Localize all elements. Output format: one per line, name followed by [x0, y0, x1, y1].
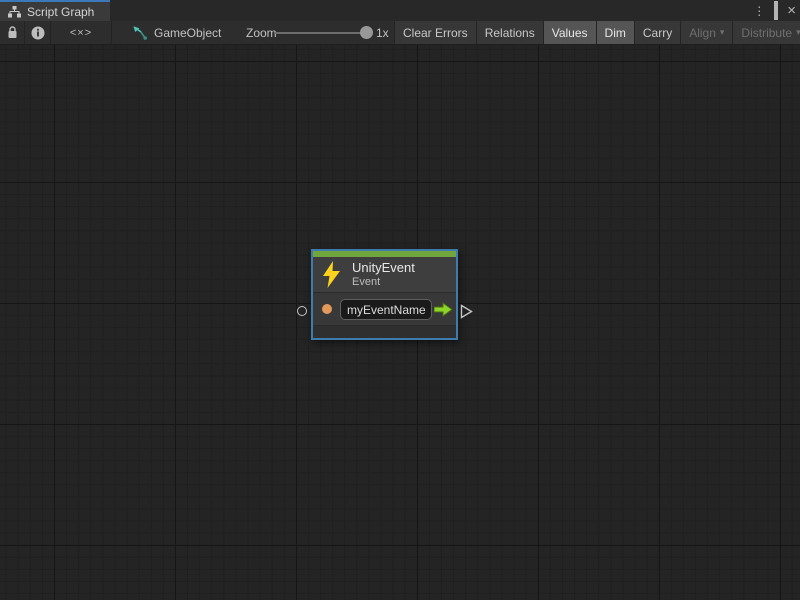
chevron-down-icon: ▾ — [720, 27, 725, 38]
node-title: UnityEvent — [352, 260, 415, 275]
info-button[interactable] — [25, 21, 51, 44]
lightning-bolt-icon — [322, 261, 342, 288]
lock-icon — [7, 26, 18, 39]
tab-script-graph[interactable]: Script Graph — [0, 0, 110, 21]
graph-canvas[interactable]: UnityEvent Event — [0, 45, 800, 600]
graph-owner-reference[interactable]: GameObject — [133, 21, 221, 44]
clear-errors-button[interactable]: Clear Errors — [395, 21, 477, 44]
lock-button[interactable] — [0, 21, 25, 44]
close-icon[interactable]: × — [787, 3, 796, 18]
chevron-down-icon: ▾ — [796, 27, 800, 38]
toolbar: <×> GameObject Zoom 1x Clear Errors Rela… — [0, 21, 800, 45]
trigger-output-port[interactable] — [460, 304, 473, 319]
align-dropdown[interactable]: Align ▾ — [681, 21, 733, 44]
node-footer — [313, 325, 456, 338]
flow-output-arrow-icon[interactable] — [434, 302, 452, 317]
titlebar: Script Graph ⋮ × — [0, 0, 800, 21]
node-ports-row — [313, 292, 456, 325]
node-header[interactable]: UnityEvent Event — [313, 257, 456, 292]
relations-toggle[interactable]: Relations — [477, 21, 544, 44]
graph-hierarchy-icon — [8, 6, 21, 18]
event-name-input[interactable] — [340, 299, 432, 320]
zoom-slider-handle[interactable] — [360, 26, 373, 39]
unity-script-graph-window: { "tab": { "title": "Script Graph" }, "w… — [0, 0, 800, 600]
unity-event-node[interactable]: UnityEvent Event — [311, 249, 458, 340]
values-toggle[interactable]: Values — [544, 21, 597, 44]
graph-owner-label: GameObject — [154, 26, 221, 40]
dim-toggle[interactable]: Dim — [597, 21, 635, 44]
window-controls: ⋮ × — [753, 0, 796, 21]
info-icon — [31, 26, 45, 40]
node-subtitle: Event — [352, 276, 380, 288]
zoom-slider-track[interactable] — [274, 32, 368, 34]
tab-title: Script Graph — [27, 5, 94, 19]
distribute-dropdown[interactable]: Distribute ▾ — [733, 21, 800, 44]
window-menu-icon[interactable]: ⋮ — [753, 5, 765, 17]
zoom-value: 1x — [376, 21, 389, 44]
script-graph-asset-icon — [133, 26, 148, 40]
toolbar-buttons: Clear Errors Relations Values Dim Carry … — [394, 21, 800, 44]
zoom-label: Zoom — [246, 21, 277, 44]
maximize-icon[interactable] — [774, 4, 778, 17]
trigger-input-port[interactable] — [297, 306, 307, 316]
string-input-port[interactable] — [322, 304, 332, 314]
code-preview-button[interactable]: <×> — [51, 21, 112, 44]
carry-toggle[interactable]: Carry — [635, 21, 681, 44]
